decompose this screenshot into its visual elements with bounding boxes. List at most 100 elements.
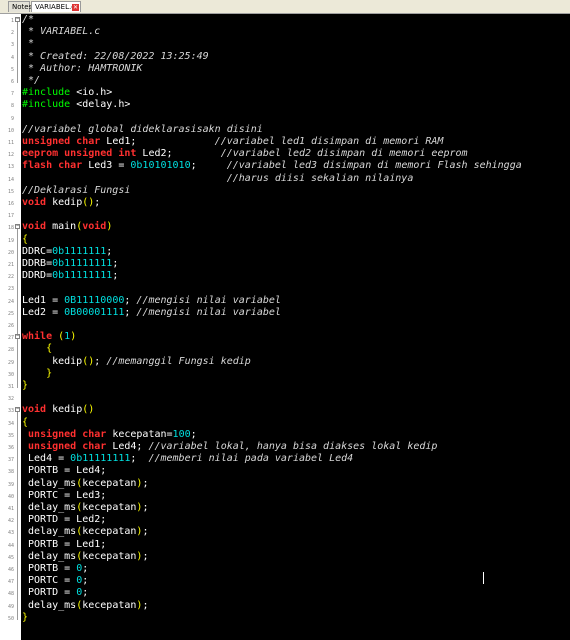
code-token: () <box>82 197 95 208</box>
code-token: ; <box>142 526 149 538</box>
code-token: ; <box>82 587 89 599</box>
code-token: while <box>22 331 59 343</box>
code-line[interactable]: delay_ms(kecepatan); <box>22 551 148 562</box>
code-line[interactable]: //variabel global dideklarasisakn disini <box>22 124 263 135</box>
code-line[interactable]: */ <box>22 75 40 86</box>
line-number: 25 <box>7 310 14 317</box>
line-number: 37 <box>7 457 14 464</box>
line-number: 39 <box>7 481 14 488</box>
close-icon[interactable]: ✕ <box>72 4 79 11</box>
tab-notes[interactable]: Notes <box>8 1 32 12</box>
line-number: 26 <box>7 323 14 329</box>
code-line[interactable]: PORTB = Led1; <box>22 539 106 550</box>
code-token: main <box>52 221 77 233</box>
code-line[interactable]: delay_ms(kecepatan); <box>22 478 148 489</box>
code-token: ; <box>190 160 227 172</box>
line-number: 10 <box>7 127 14 134</box>
code-line[interactable]: DDRC=0b1111111; <box>22 246 112 257</box>
code-token: Led2; <box>142 148 221 160</box>
code-line[interactable]: DDRD=0b11111111; <box>22 270 118 281</box>
code-token: } <box>46 367 53 379</box>
code-line[interactable]: unsigned char Led4; //variabel lokal, ha… <box>22 441 437 452</box>
code-token: kecepatan <box>82 599 137 611</box>
code-token: kecepatan <box>82 550 137 562</box>
line-number: 12 <box>7 152 14 159</box>
code-token: 0b11111111 <box>52 270 113 282</box>
code-token: * <box>22 38 35 50</box>
code-line[interactable]: void main(void) <box>22 221 112 232</box>
code-token: ; <box>190 428 197 440</box>
line-number: 23 <box>7 286 14 293</box>
code-line[interactable]: Led4 = 0b11111111; //memberi nilai pada … <box>22 453 353 464</box>
code-line[interactable]: } <box>22 368 52 379</box>
code-line[interactable]: unsigned char Led1; //variabel led1 disi… <box>22 136 443 147</box>
code-token: #include <box>22 99 77 111</box>
code-token: <io.h> <box>76 87 113 99</box>
code-line[interactable]: { <box>22 343 52 354</box>
code-line[interactable]: PORTB = 0; <box>22 563 88 574</box>
code-line[interactable]: * Author: HAMTRONIK <box>22 63 142 74</box>
code-line[interactable]: void kedip() <box>22 404 94 415</box>
code-token: ; <box>82 575 89 587</box>
code-line[interactable]: Led1 = 0B11110000; //mengisi nilai varia… <box>22 295 281 306</box>
code-line[interactable]: //Deklarasi Fungsi <box>22 185 130 196</box>
code-token: kecepatan <box>82 502 137 513</box>
code-token: /* <box>22 14 35 25</box>
line-number-gutter: 1 2 3 4 5 6 7 8 9 10 11 12 13 14 15 16 17 18 19 20 21 22 23 24 2… <box>0 14 15 640</box>
line-number: 9 <box>10 115 14 122</box>
code-line[interactable]: PORTB = Led4; <box>22 465 106 476</box>
code-line[interactable]: Led2 = 0B00001111; //mengisi nilai varia… <box>22 307 281 318</box>
code-token: ; <box>142 599 149 611</box>
code-token: kedip <box>52 404 83 416</box>
code-token: 0B00001111 <box>64 306 125 318</box>
code-line[interactable]: unsigned char kecepatan=100; <box>22 429 197 440</box>
line-number: 32 <box>7 396 14 403</box>
code-line[interactable]: flash char Led3 = 0b10101010; //variabel… <box>22 160 522 171</box>
tab-bar: Notes VARIABEL.c ✕ <box>0 0 570 14</box>
line-number: 33 <box>7 408 14 415</box>
code-line[interactable]: delay_ms(kecepatan); <box>22 502 148 513</box>
code-token: () <box>82 404 95 416</box>
code-line[interactable]: PORTC = Led3; <box>22 490 106 501</box>
code-line[interactable]: delay_ms(kecepatan); <box>22 600 148 611</box>
line-number: 2 <box>10 30 14 37</box>
line-number: 21 <box>7 262 14 268</box>
code-line[interactable]: #include <delay.h> <box>22 99 130 110</box>
code-token: ; <box>94 197 101 208</box>
code-line[interactable]: PORTC = 0; <box>22 575 88 586</box>
code-token: DDRD= <box>22 270 53 282</box>
code-line[interactable]: } <box>22 380 28 391</box>
code-token: ; <box>142 502 149 513</box>
code-token: void <box>22 404 53 416</box>
code-line[interactable]: * VARIABEL.c <box>22 26 100 37</box>
code-line[interactable]: { <box>22 234 28 245</box>
code-token: //variabel led1 disimpan di memori RAM <box>214 136 444 147</box>
tab-variabel-c[interactable]: VARIABEL.c ✕ <box>31 1 81 12</box>
code-line[interactable]: delay_ms(kecepatan); <box>22 526 148 537</box>
code-line[interactable]: void kedip(); <box>22 197 100 208</box>
line-number: 1 <box>10 18 14 24</box>
text-cursor <box>483 572 484 584</box>
code-line[interactable]: eeprom unsigned int Led2; //variabel led… <box>22 148 468 159</box>
code-line[interactable]: PORTD = 0; <box>22 587 88 598</box>
code-line[interactable]: #include <io.h> <box>22 87 112 98</box>
code-token: unsigned char <box>22 136 107 147</box>
code-line[interactable]: PORTD = Led2; <box>22 514 106 525</box>
code-token: //variabel led3 disimpan di memori Flash… <box>226 160 522 172</box>
code-line[interactable]: * <box>22 38 34 49</box>
code-line[interactable]: kedip(); //memanggil Fungsi kedip <box>22 356 251 367</box>
code-line[interactable]: { <box>22 417 28 428</box>
code-token: ; <box>142 550 149 562</box>
line-number: 47 <box>7 579 14 586</box>
code-editor[interactable]: 1 2 3 4 5 6 7 8 9 10 11 12 13 14 15 16 17 18 19 20 21 22 23 24 2… <box>0 14 570 640</box>
code-token: 0B11110000 <box>64 294 125 306</box>
code-line[interactable]: * Created: 22/08/2022 13:25:49 <box>22 51 209 62</box>
code-line[interactable]: /* <box>22 14 34 25</box>
code-line[interactable]: //harus diisi sekalian nilainya <box>22 173 414 184</box>
code-token: kedip <box>52 197 83 208</box>
code-line[interactable]: } <box>22 612 28 623</box>
code-token: //mengisi nilai variabel <box>136 306 281 318</box>
code-line[interactable]: DDRB=0b11111111; <box>22 258 118 269</box>
code-line[interactable]: while (1) <box>22 331 76 342</box>
line-number: 4 <box>10 54 14 61</box>
